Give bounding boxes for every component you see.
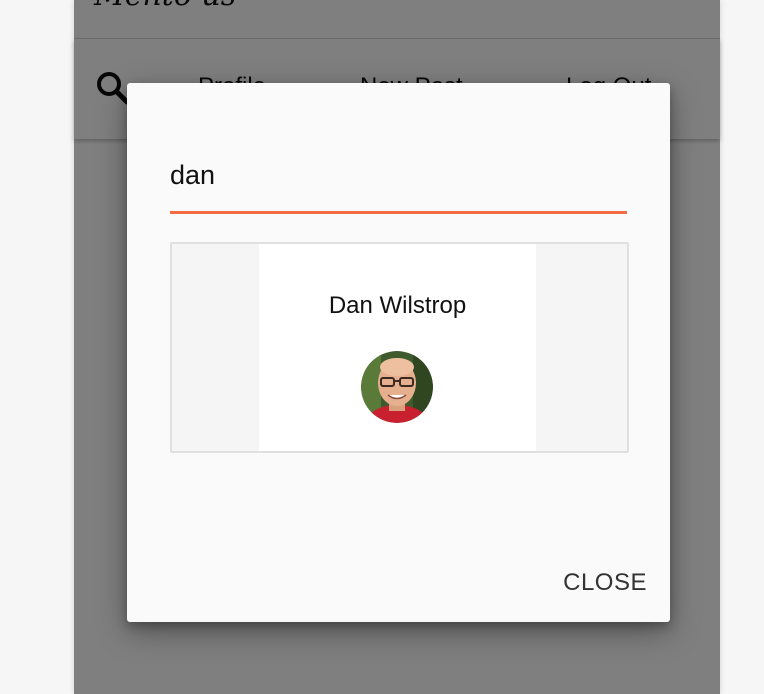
search-input-underline — [170, 211, 627, 214]
result-user-name: Dan Wilstrop — [328, 292, 467, 319]
search-field — [170, 153, 627, 215]
page: Mento us Profile New Post Log Out — [0, 0, 764, 694]
user-avatar — [361, 351, 433, 423]
search-results: Dan Wilstrop — [170, 242, 629, 453]
search-dialog: Dan Wilstrop — [127, 83, 670, 622]
search-result-card[interactable]: Dan Wilstrop — [259, 244, 536, 451]
search-input[interactable] — [170, 153, 627, 197]
close-button[interactable]: CLOSE — [537, 563, 647, 603]
modal-overlay[interactable]: Dan Wilstrop — [0, 0, 764, 694]
